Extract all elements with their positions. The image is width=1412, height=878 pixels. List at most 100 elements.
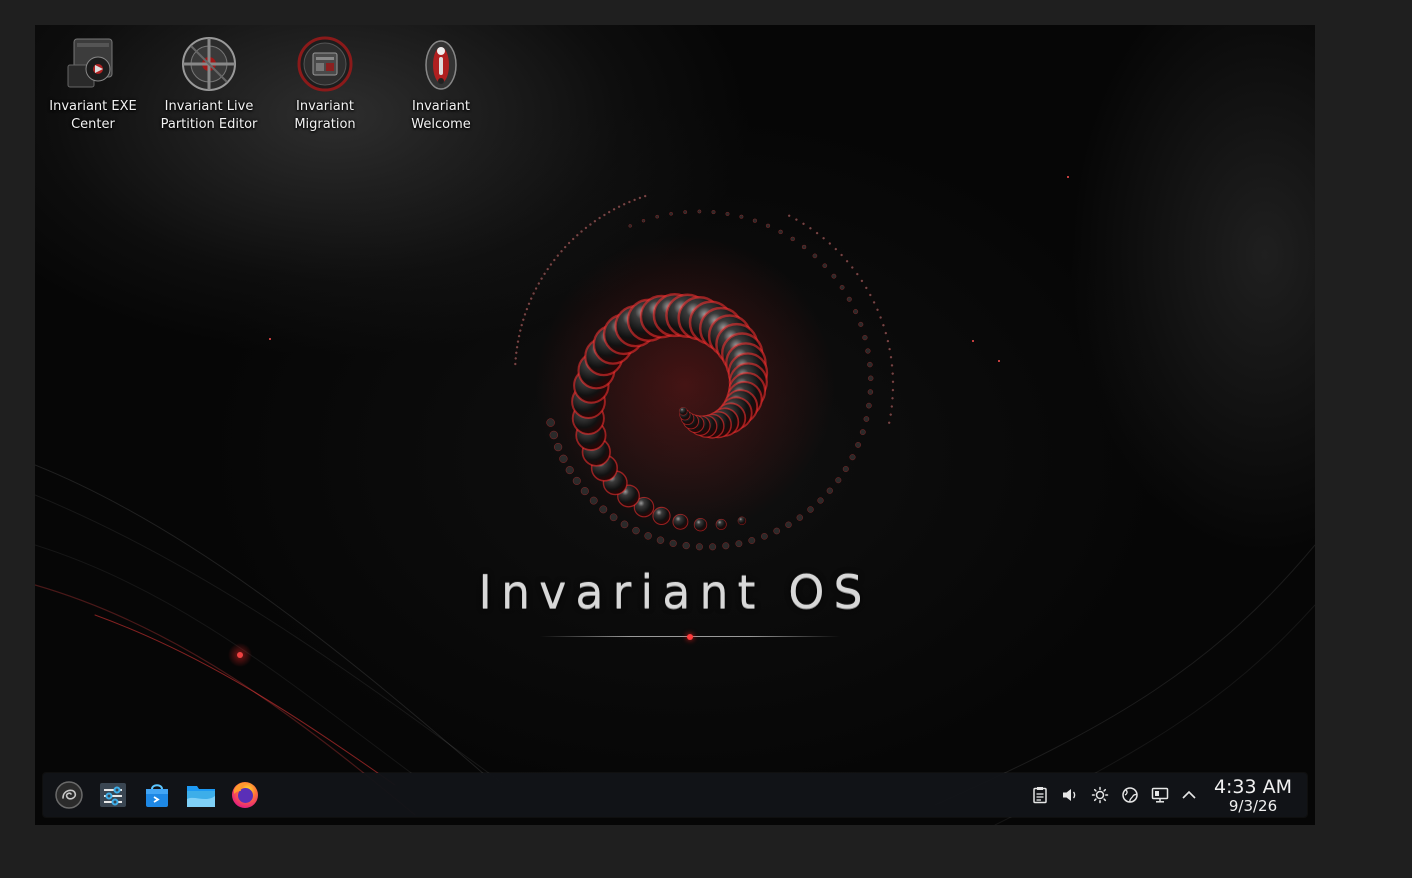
brightness-icon	[1091, 786, 1109, 804]
logo-bead	[822, 236, 825, 240]
logo-bead	[520, 323, 523, 327]
logo-bead	[773, 527, 781, 535]
logo-bead	[620, 520, 629, 529]
logo-bead	[884, 331, 887, 335]
logo-bead	[856, 272, 859, 276]
brightness-tray-button[interactable]	[1089, 784, 1111, 806]
logo-bead	[580, 487, 589, 496]
logo-bead	[589, 223, 592, 226]
logo-bead	[589, 496, 598, 505]
logo-bead	[891, 388, 895, 392]
logo-bead	[801, 244, 807, 250]
firefox-icon	[232, 782, 258, 808]
logo-bead	[802, 222, 805, 226]
logo-bead	[572, 476, 581, 485]
clock-date: 9/3/26	[1228, 797, 1278, 815]
logo-bead	[722, 542, 730, 550]
logo-bead	[693, 518, 708, 532]
logo-bead	[565, 466, 574, 475]
logo-bead	[882, 324, 885, 327]
logo-bead	[842, 466, 849, 473]
wallpaper-os-title: Invariant OS	[478, 565, 872, 619]
logo-bead	[683, 210, 688, 215]
logo-bead	[790, 236, 795, 242]
logo-bead	[609, 513, 618, 522]
logo-bead	[695, 543, 703, 551]
logo-bead	[858, 321, 864, 327]
logo-bead	[543, 272, 546, 276]
volume-tray-button[interactable]	[1059, 784, 1081, 806]
logo-bead	[822, 263, 828, 268]
logo-bead	[737, 516, 747, 526]
logo-bead	[840, 253, 843, 257]
logo-bead	[623, 203, 626, 206]
logo-bead	[656, 536, 665, 544]
app-launcher-button[interactable]	[52, 778, 86, 812]
logo-bead	[761, 532, 768, 540]
logo-bead	[641, 218, 646, 223]
logo-bead	[862, 335, 868, 341]
logo-bead	[576, 233, 579, 237]
logo-bead	[514, 362, 517, 366]
software-store-button[interactable]	[140, 778, 174, 812]
wallpaper	[35, 176, 1315, 825]
logo-bead	[540, 277, 543, 280]
desktop-icon-migration[interactable]: Invariant Migration	[270, 35, 380, 134]
icon-label: Invariant Live Partition Editor	[160, 99, 258, 132]
logo-bead	[839, 284, 845, 290]
icon-label: Invariant Welcome	[411, 99, 471, 132]
volume-icon	[1063, 789, 1076, 801]
logo-bead	[890, 364, 894, 367]
logo-bead	[530, 297, 533, 300]
file-manager-icon	[187, 786, 215, 807]
logo-bead	[890, 405, 893, 408]
logo-bead	[828, 242, 831, 245]
clipboard-tray-button[interactable]	[1029, 784, 1051, 806]
logo-bead	[519, 329, 522, 332]
logo-bead	[866, 402, 872, 409]
logo-bead	[886, 339, 890, 343]
logo-bead	[593, 219, 597, 223]
logo-bead	[628, 200, 631, 204]
logo-bead	[765, 223, 771, 228]
logo-bead	[549, 263, 553, 266]
system-settings-button[interactable]	[96, 778, 130, 812]
logo-bead	[815, 231, 819, 235]
logo-bead	[523, 313, 527, 316]
show-hidden-tray-button[interactable]	[1178, 784, 1200, 806]
partition-editor-icon	[182, 37, 236, 91]
logo-bead	[835, 477, 842, 484]
logo-bead	[846, 296, 852, 302]
desktop-icon-partition-editor[interactable]: Invariant Live Partition Editor	[154, 35, 264, 134]
logo-bead	[632, 526, 640, 535]
logo-bead	[851, 266, 854, 269]
logo-bead	[849, 454, 856, 461]
logo-bead	[876, 308, 879, 311]
logo-bead	[845, 259, 849, 263]
logo-bead	[709, 543, 717, 551]
logo-bead	[652, 506, 671, 526]
logo-bead	[891, 397, 894, 400]
network-tray-button[interactable]	[1119, 784, 1141, 806]
logo-bead	[888, 421, 891, 424]
logo-bead	[515, 351, 518, 354]
logo-bead	[655, 214, 660, 219]
desktop-icon-welcome[interactable]: Invariant Welcome	[386, 35, 496, 134]
display-tray-button[interactable]	[1149, 784, 1171, 806]
logo-bead	[863, 416, 870, 422]
logo-bead	[796, 514, 803, 521]
digital-clock[interactable]: 4:33 AM 9/3/26	[1203, 776, 1303, 815]
logo-bead	[556, 254, 559, 257]
logo-bead	[697, 209, 702, 214]
icon-label: Invariant Migration	[294, 99, 356, 132]
logo-bead	[549, 430, 559, 440]
logo-bead	[860, 279, 864, 283]
file-manager-button[interactable]	[184, 778, 218, 812]
logo-bead	[644, 532, 652, 540]
logo-bead	[564, 245, 567, 249]
logo-bead	[522, 318, 525, 321]
migration-icon	[297, 36, 353, 92]
logo-bead	[867, 361, 873, 368]
desktop-icon-exe-center[interactable]: Invariant EXE Center	[38, 35, 148, 134]
firefox-button[interactable]	[228, 778, 262, 812]
